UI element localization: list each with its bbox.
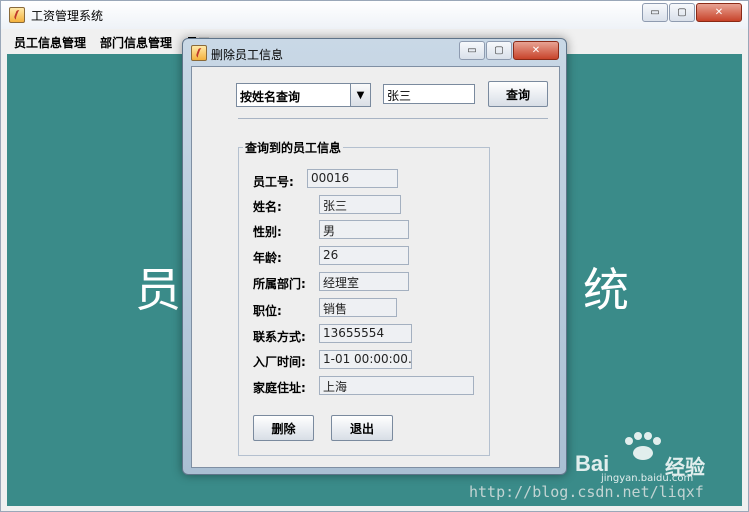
chevron-down-icon[interactable]: ▼ — [350, 84, 370, 106]
query-button[interactable]: 查询 — [488, 81, 548, 107]
field-name: 张三 — [319, 195, 401, 214]
search-input[interactable]: 张三 — [383, 84, 475, 104]
field-address: 上海 — [319, 376, 474, 395]
field-employee-id: 00016 — [307, 169, 398, 188]
dialog-minimize-button[interactable]: ▭ — [459, 41, 485, 60]
field-hire-time: 1-01 00:00:00.0 — [319, 350, 412, 369]
employee-info-group: 查询到的员工信息 员工号: 00016 姓名: 张三 性别: 男 年龄: 26 … — [238, 139, 490, 456]
label-address: 家庭住址: — [253, 381, 306, 395]
group-title: 查询到的员工信息 — [243, 139, 344, 156]
dialog-title: 删除员工信息 — [211, 48, 284, 62]
search-mode-combo[interactable]: 按姓名查询 ▼ — [236, 83, 371, 107]
label-position: 职位: — [253, 304, 282, 318]
label-department: 所属部门: — [253, 277, 306, 291]
banner-left-char: 员 — [135, 263, 181, 317]
delete-button[interactable]: 删除 — [253, 415, 314, 441]
main-titlebar: 工资管理系统 ▭ ▢ ✕ — [1, 1, 748, 29]
separator — [238, 118, 548, 119]
delete-employee-dialog: 删除员工信息 ▭ ▢ ✕ 按姓名查询 ▼ 张三 查询 查询到的员工信息 员工号:… — [182, 38, 567, 475]
dialog-content: 按姓名查询 ▼ 张三 查询 查询到的员工信息 员工号: 00016 姓名: 张三… — [191, 66, 560, 468]
java-app-icon — [9, 7, 25, 23]
banner-right-char: 统 — [583, 263, 629, 317]
field-age: 26 — [319, 246, 409, 265]
label-contact: 联系方式: — [253, 330, 306, 344]
label-age: 年龄: — [253, 251, 282, 265]
menu-department-info[interactable]: 部门信息管理 — [93, 34, 179, 51]
dialog-maximize-button[interactable]: ▢ — [486, 41, 512, 60]
search-mode-value: 按姓名查询 — [240, 90, 301, 104]
dialog-close-button[interactable]: ✕ — [513, 41, 559, 60]
exit-button[interactable]: 退出 — [331, 415, 393, 441]
dialog-java-icon — [191, 45, 207, 61]
watermark-url: http://blog.csdn.net/liqxf — [469, 483, 704, 501]
baidu-paw-icon — [625, 432, 661, 460]
label-hire-time: 入厂时间: — [253, 355, 306, 369]
main-window-title: 工资管理系统 — [31, 9, 104, 23]
field-contact: 13655554 — [319, 324, 412, 343]
main-window: 工资管理系统 ▭ ▢ ✕ 员工信息管理 部门信息管理 员工 员 统 Bai 经验… — [0, 0, 749, 512]
close-button[interactable]: ✕ — [696, 3, 742, 22]
field-position: 销售 — [319, 298, 397, 317]
label-gender: 性别: — [253, 225, 282, 239]
field-gender: 男 — [319, 220, 409, 239]
label-employee-id: 员工号: — [253, 175, 294, 189]
field-department: 经理室 — [319, 272, 409, 291]
minimize-button[interactable]: ▭ — [642, 3, 668, 22]
label-name: 姓名: — [253, 200, 282, 214]
menu-employee-info[interactable]: 员工信息管理 — [7, 34, 93, 51]
maximize-button[interactable]: ▢ — [669, 3, 695, 22]
